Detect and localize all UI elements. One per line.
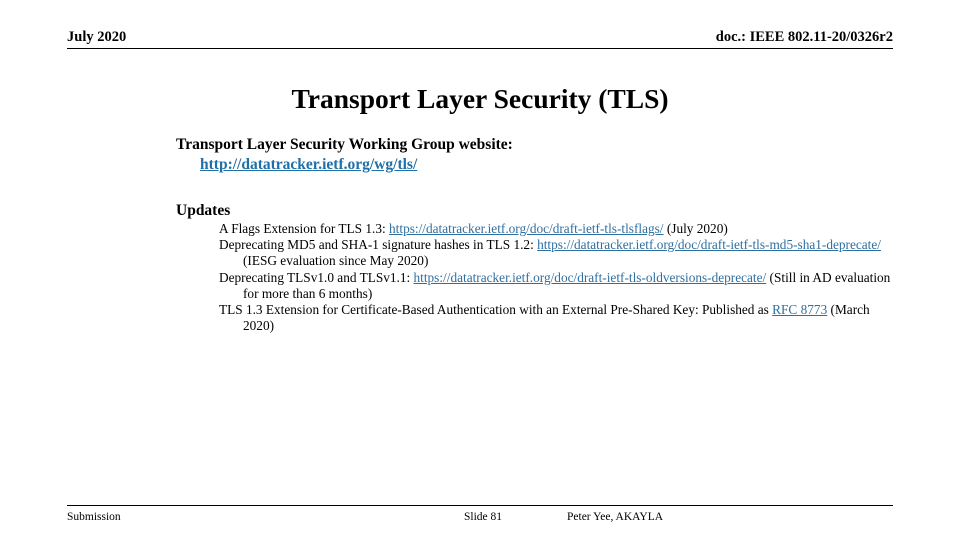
header-doc-id: doc.: IEEE 802.11-20/0326r2 <box>709 28 893 47</box>
list-item: A Flags Extension for TLS 1.3: https://d… <box>219 221 891 237</box>
wg-website-link[interactable]: http://datatracker.ietf.org/wg/tls/ <box>200 156 417 173</box>
slide-header: July 2020 doc.: IEEE 802.11-20/0326r2 <box>67 28 893 52</box>
slide-body: Transport Layer Security Working Group w… <box>176 135 896 333</box>
footer-divider <box>67 505 893 506</box>
item-0-suffix: (July 2020) <box>663 221 728 236</box>
item-2-link[interactable]: https://datatracker.ietf.org/doc/draft-i… <box>414 270 767 285</box>
header-divider <box>67 48 893 49</box>
item-1-prefix: Deprecating MD5 and SHA-1 signature hash… <box>219 237 538 253</box>
slide: July 2020 doc.: IEEE 802.11-20/0326r2 Tr… <box>0 0 960 540</box>
header-date: July 2020 <box>67 28 133 47</box>
list-item: Deprecating TLSv1.0 and TLSv1.1: https:/… <box>219 270 891 302</box>
item-0-prefix: A Flags Extension for TLS 1.3: <box>219 221 390 236</box>
footer-author: Peter Yee, AKAYLA <box>567 511 664 523</box>
item-3-link[interactable]: RFC 8773 <box>772 302 827 317</box>
page-title: Transport Layer Security (TLS) <box>291 83 669 114</box>
list-item: Deprecating MD5 and SHA-1 signature hash… <box>219 237 891 269</box>
slide-footer: Submission Slide 81 Peter Yee, AKAYLA <box>67 505 893 529</box>
item-1-suffix: (IESG evaluation since May 2020) <box>243 253 429 269</box>
item-2-prefix: Deprecating TLSv1.0 and TLSv1.1: <box>219 269 414 285</box>
item-0-link[interactable]: https://datatracker.ietf.org/doc/draft-i… <box>389 221 663 236</box>
footer-submission-label: Submission <box>67 511 121 523</box>
item-1-link[interactable]: https://datatracker.ietf.org/doc/draft-i… <box>537 237 881 252</box>
item-3-prefix: TLS 1.3 Extension for Certificate-Based … <box>219 302 773 318</box>
updates-list: A Flags Extension for TLS 1.3: https://d… <box>219 221 891 334</box>
wg-website-label: Transport Layer Security Working Group w… <box>176 136 513 153</box>
updates-heading: Updates <box>176 202 231 219</box>
footer-slide-number: Slide 81 <box>464 511 503 523</box>
wg-website-link-line: http://datatracker.ietf.org/wg/tls/ <box>200 155 896 175</box>
list-item: TLS 1.3 Extension for Certificate-Based … <box>219 302 891 334</box>
